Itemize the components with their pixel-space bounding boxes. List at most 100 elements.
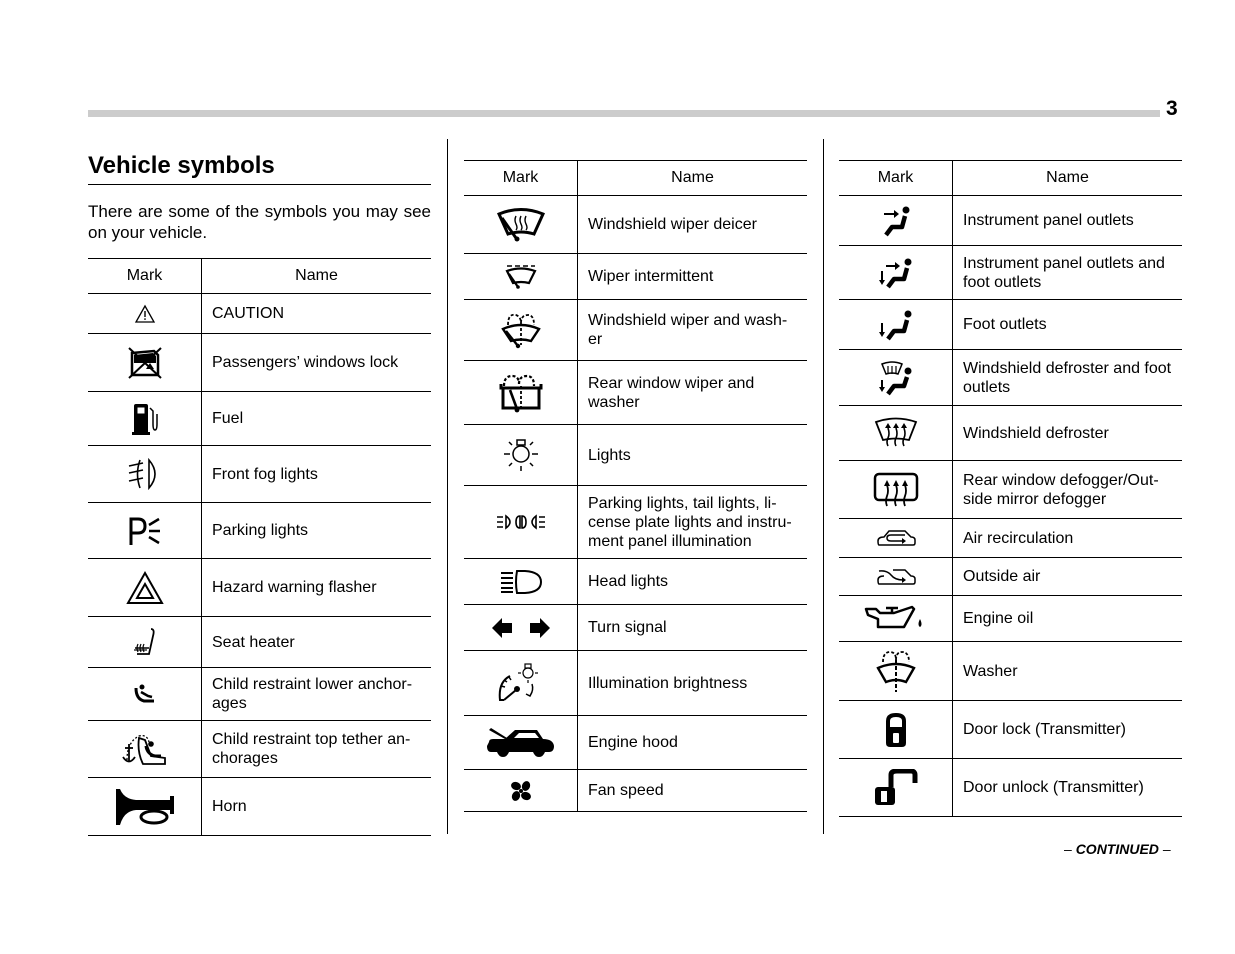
symbol-name: Illumination brightness <box>577 650 807 716</box>
defroster-and-foot-outlets-icon <box>878 360 911 395</box>
rear-window-defogger-icon <box>873 472 918 506</box>
windshield-defroster-icon <box>874 417 917 447</box>
dash: – <box>1162 841 1171 857</box>
column-divider <box>823 139 824 834</box>
table-row: Front fog lights <box>88 445 431 503</box>
table-row: Foot outlets <box>839 299 1182 350</box>
mark-header: Mark <box>464 160 578 196</box>
table-header-row: Mark Name <box>88 258 431 294</box>
symbol-name: Engine hood <box>577 715 807 770</box>
caution-icon <box>134 304 155 323</box>
table-row: Turn signal <box>464 604 807 651</box>
name-header: Name <box>952 160 1182 196</box>
air-recirculation-icon <box>876 530 916 546</box>
symbol-name: Fuel <box>201 391 431 446</box>
table-row: Instrument panel outlets and foot outlet… <box>839 245 1182 300</box>
panel-and-foot-outlets-icon <box>878 258 911 288</box>
continued-text: CONTINUED <box>1075 841 1159 857</box>
symbol-name: Passengers’ windows lock <box>201 333 431 392</box>
symbol-name: Foot outlets <box>952 299 1182 350</box>
horn-icon <box>115 788 174 825</box>
symbols-table-3: Mark Name Instrument panel outlets Instr… <box>839 160 1182 817</box>
symbol-name: Instrument panel outlets <box>952 195 1182 246</box>
table-row: Windshield wiper deicer <box>464 195 807 254</box>
table-row: Windshield defroster <box>839 405 1182 461</box>
symbol-name: Door lock (Transmitter) <box>952 700 1182 759</box>
table-row: Washer <box>839 641 1182 701</box>
illumination-brightness-icon <box>498 663 538 701</box>
continued-label: – CONTINUED – <box>1064 841 1171 857</box>
outside-air-icon <box>876 568 916 585</box>
symbol-name: Wiper intermittent <box>577 253 807 300</box>
passengers-windows-lock-icon <box>127 346 162 379</box>
fuel-icon <box>131 403 158 435</box>
symbols-table-2: Mark Name Windshield wiper deicer Wiper … <box>464 160 807 812</box>
mark-header: Mark <box>839 160 953 196</box>
parking-tail-lights-icon <box>496 514 545 530</box>
name-header: Name <box>201 258 431 294</box>
windshield-wiper-washer-icon <box>500 313 541 349</box>
symbol-name: Head lights <box>577 558 807 605</box>
symbol-name: Child restraint top tether an-chorages <box>201 720 431 778</box>
symbol-name: Rear window defogger/Out-side mirror def… <box>952 460 1182 519</box>
symbol-name: Windshield defroster <box>952 405 1182 461</box>
parking-lights-icon <box>129 517 160 545</box>
dash: – <box>1064 841 1072 857</box>
fan-speed-icon <box>510 780 531 801</box>
table-row: Windshield wiper and wash-er <box>464 299 807 361</box>
symbol-name: Front fog lights <box>201 445 431 503</box>
table-row: Door unlock (Transmitter) <box>839 758 1182 817</box>
symbol-name: Windshield wiper and wash-er <box>577 299 807 361</box>
table-row: Illumination brightness <box>464 650 807 716</box>
table-row: Parking lights, tail lights, li-cense pl… <box>464 485 807 559</box>
windshield-wiper-deicer-icon <box>496 207 545 241</box>
symbol-name: Lights <box>577 424 807 486</box>
door-lock-icon <box>885 712 906 747</box>
table-row: Hazard warning flasher <box>88 558 431 617</box>
symbol-name: Engine oil <box>952 595 1182 642</box>
page-title: Vehicle symbols <box>88 152 431 185</box>
engine-oil-icon <box>864 605 921 628</box>
table-row: Parking lights <box>88 502 431 559</box>
child-restraint-lower-anchorages-icon <box>134 684 154 703</box>
table-row: Child restraint lower anchor-ages <box>88 667 431 721</box>
symbol-name: Windshield defroster and foot outlets <box>952 349 1182 406</box>
symbol-name: Windshield wiper deicer <box>577 195 807 254</box>
symbol-name: CAUTION <box>201 293 431 334</box>
table-row: Fuel <box>88 391 431 446</box>
table-header-row: Mark Name <box>839 160 1182 196</box>
symbol-name: Air recirculation <box>952 518 1182 558</box>
instrument-panel-outlets-icon <box>883 206 909 236</box>
turn-signal-icon <box>491 617 550 638</box>
name-header: Name <box>577 160 807 196</box>
mark-header: Mark <box>88 258 202 294</box>
table-row: Instrument panel outlets <box>839 195 1182 246</box>
seat-heater-icon <box>133 628 155 655</box>
foot-outlets-icon <box>878 310 911 340</box>
symbol-name: Washer <box>952 641 1182 701</box>
table-row: Passengers’ windows lock <box>88 333 431 392</box>
table-row: Rear window wiper and washer <box>464 360 807 425</box>
table-row: Child restraint top tether an-chorages <box>88 720 431 778</box>
symbol-name: Turn signal <box>577 604 807 651</box>
page-number: 3 <box>1166 97 1178 120</box>
table-row: Fan speed <box>464 769 807 812</box>
table-row: Horn <box>88 777 431 836</box>
table-row: Engine oil <box>839 595 1182 642</box>
table-row: Wiper intermittent <box>464 253 807 300</box>
symbol-name: Instrument panel outlets and foot outlet… <box>952 245 1182 300</box>
symbol-name: Parking lights, tail lights, li-cense pl… <box>577 485 807 559</box>
front-fog-lights-icon <box>128 457 156 491</box>
header-rule <box>88 110 1160 117</box>
symbol-name: Fan speed <box>577 769 807 812</box>
table-row: Windshield defroster and foot outlets <box>839 349 1182 406</box>
head-lights-icon <box>500 569 542 594</box>
engine-hood-icon <box>486 727 554 757</box>
table-row: Head lights <box>464 558 807 605</box>
symbol-name: Seat heater <box>201 616 431 668</box>
intro-text: There are some of the symbols you may se… <box>88 202 431 242</box>
child-restraint-top-tether-icon <box>121 734 166 765</box>
symbol-name: Outside air <box>952 557 1182 596</box>
table-row: Engine hood <box>464 715 807 770</box>
symbols-table-1: Mark Name CAUTION Passengers’ windows lo… <box>88 258 431 836</box>
